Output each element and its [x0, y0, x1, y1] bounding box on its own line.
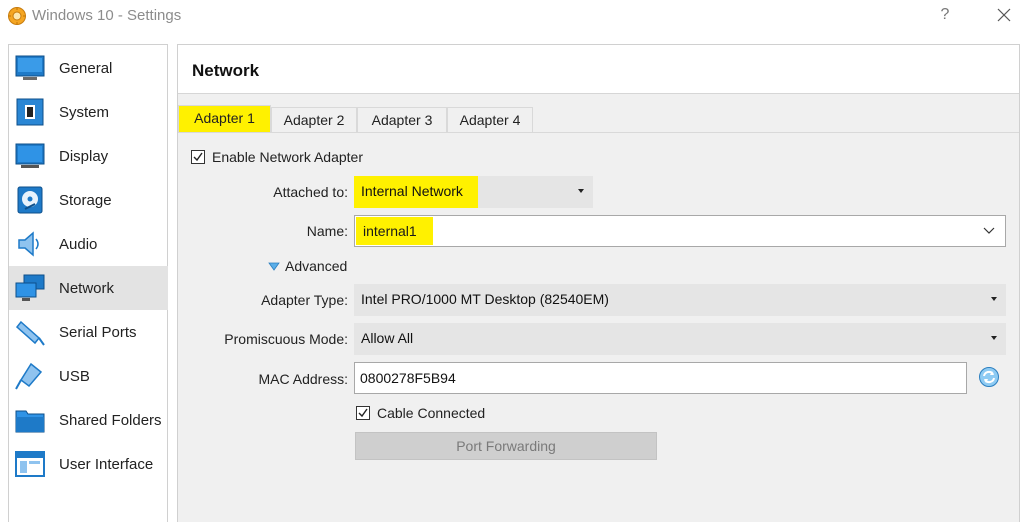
refresh-mac-icon[interactable]	[978, 366, 1000, 388]
tab-adapter-2[interactable]: Adapter 2	[271, 107, 357, 132]
network-icon	[15, 274, 45, 301]
attached-to-label: Attached to:	[273, 184, 348, 200]
mac-address-label: MAC Address:	[258, 371, 348, 387]
settings-sidebar: General System Display Storage Audio Net…	[8, 44, 168, 522]
enable-adapter-label: Enable Network Adapter	[212, 149, 363, 165]
attached-to-select[interactable]: Internal Network	[354, 176, 593, 208]
dropdown-arrow-icon	[578, 189, 584, 193]
promiscuous-mode-select[interactable]: Allow All	[354, 323, 1006, 355]
title-bar: Windows 10 - Settings ?	[0, 0, 1024, 32]
sidebar-item-storage[interactable]: Storage	[9, 178, 168, 222]
advanced-expand-icon[interactable]	[268, 262, 280, 272]
cable-connected-label: Cable Connected	[377, 405, 486, 421]
user-interface-icon	[15, 451, 45, 477]
page-title: Network	[192, 61, 260, 80]
storage-disk-icon	[17, 186, 43, 214]
display-monitor-icon	[15, 143, 45, 168]
sidebar-item-display[interactable]: Display	[9, 134, 168, 178]
sidebar-item-general[interactable]: General	[9, 46, 168, 90]
serial-port-icon	[15, 320, 45, 346]
cable-connected-checkbox[interactable]	[356, 406, 370, 420]
shared-folder-icon	[15, 410, 45, 433]
dropdown-arrow-icon	[991, 297, 997, 301]
adapter-tabs: Adapter 1 Adapter 2 Adapter 3 Adapter 4	[178, 105, 1019, 133]
general-icon	[15, 55, 45, 80]
tab-adapter-1[interactable]: Adapter 1	[178, 105, 271, 133]
sidebar-item-serial-ports[interactable]: Serial Ports	[9, 310, 168, 354]
sidebar-item-network[interactable]: Network	[9, 266, 168, 310]
sidebar-item-usb[interactable]: USB	[9, 354, 168, 398]
dropdown-arrow-icon	[991, 336, 997, 340]
close-icon[interactable]	[993, 4, 1015, 26]
window-title: Windows 10 - Settings	[32, 7, 182, 24]
help-button[interactable]: ?	[935, 4, 955, 26]
name-label: Name:	[306, 223, 348, 239]
sidebar-item-shared-folders[interactable]: Shared Folders	[9, 398, 168, 442]
port-forwarding-button[interactable]: Port Forwarding	[355, 432, 657, 460]
page-header: Network	[178, 45, 1019, 94]
usb-icon	[15, 362, 43, 390]
tab-adapter-4[interactable]: Adapter 4	[447, 107, 533, 132]
enable-adapter-checkbox[interactable]	[191, 150, 205, 164]
tab-adapter-3[interactable]: Adapter 3	[357, 107, 447, 132]
name-combo[interactable]: internal1	[354, 215, 1006, 247]
name-value: internal1	[363, 223, 417, 239]
sidebar-item-audio[interactable]: Audio	[9, 222, 168, 266]
virtualbox-app-icon	[8, 7, 26, 25]
audio-speaker-icon	[18, 231, 39, 257]
promiscuous-mode-label: Promiscuous Mode:	[224, 331, 348, 347]
sidebar-item-user-interface[interactable]: User Interface	[9, 442, 168, 486]
tab-divider	[178, 132, 1019, 133]
sidebar-item-system[interactable]: System	[9, 90, 168, 134]
adapter-type-select[interactable]: Intel PRO/1000 MT Desktop (82540EM)	[354, 284, 1006, 316]
advanced-toggle[interactable]: Advanced	[285, 258, 347, 274]
mac-address-field[interactable]: 0800278F5B94	[354, 362, 967, 394]
chevron-down-icon[interactable]	[983, 227, 995, 235]
checkmark-icon	[193, 152, 203, 162]
checkmark-icon	[358, 408, 368, 418]
adapter-type-label: Adapter Type:	[261, 292, 348, 308]
network-settings-panel: Network Adapter 1 Adapter 2 Adapter 3 Ad…	[177, 44, 1020, 522]
system-chip-icon	[16, 98, 44, 126]
